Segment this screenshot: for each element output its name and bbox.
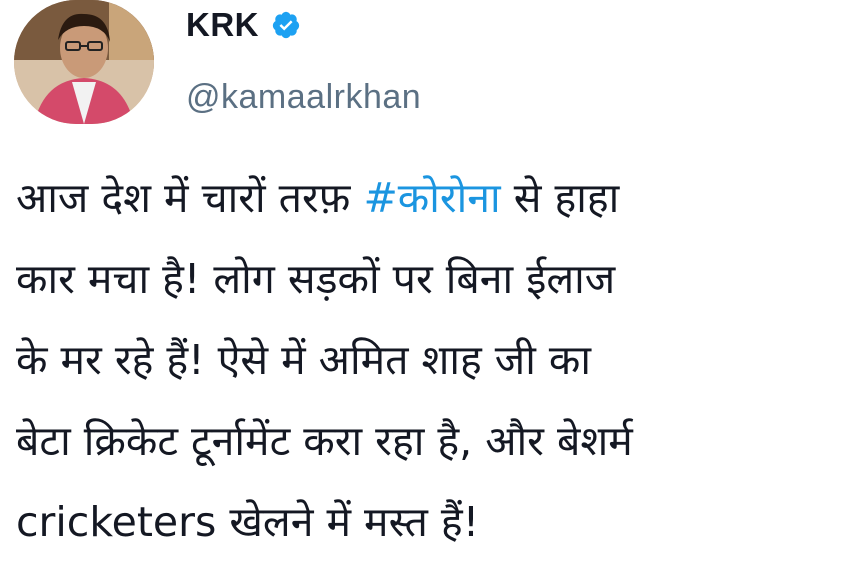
display-name[interactable]: KRK	[186, 6, 259, 44]
hashtag-link[interactable]: #कोरोना	[363, 174, 500, 222]
avatar-photo-icon	[14, 0, 154, 124]
tweet-card: KRK @kamaalrkhan आज देश में चारों तरफ़ #…	[0, 0, 850, 554]
tweet-line-1: आज देश में चारों तरफ़ #कोरोना से हाहा	[16, 158, 846, 239]
verified-badge-icon	[272, 11, 300, 39]
display-name-row: KRK	[186, 6, 421, 44]
tweet-line-5: cricketers खेलने में मस्त हैं!	[16, 498, 480, 546]
tweet-line-3: के मर रहे हैं! ऐसे में अमित शाह जी का	[16, 336, 591, 384]
tweet-text: आज देश में चारों तरफ़ #कोरोना से हाहा का…	[16, 158, 846, 563]
author-handle[interactable]: @kamaalrkhan	[186, 78, 421, 117]
tweet-line-1-after: से हाहा	[500, 174, 620, 222]
tweet-header: KRK @kamaalrkhan	[14, 0, 421, 130]
profile-avatar[interactable]	[14, 0, 154, 124]
tweet-line-2: कार मचा है! लोग सड़कों पर बिना ईलाज	[16, 255, 616, 303]
tweet-line-4: बेटा क्रिकेट टूर्नामेंट करा रहा है, और ब…	[16, 417, 633, 465]
tweet-line-1-before: आज देश में चारों तरफ़	[16, 174, 364, 222]
author-names: KRK @kamaalrkhan	[186, 6, 421, 117]
